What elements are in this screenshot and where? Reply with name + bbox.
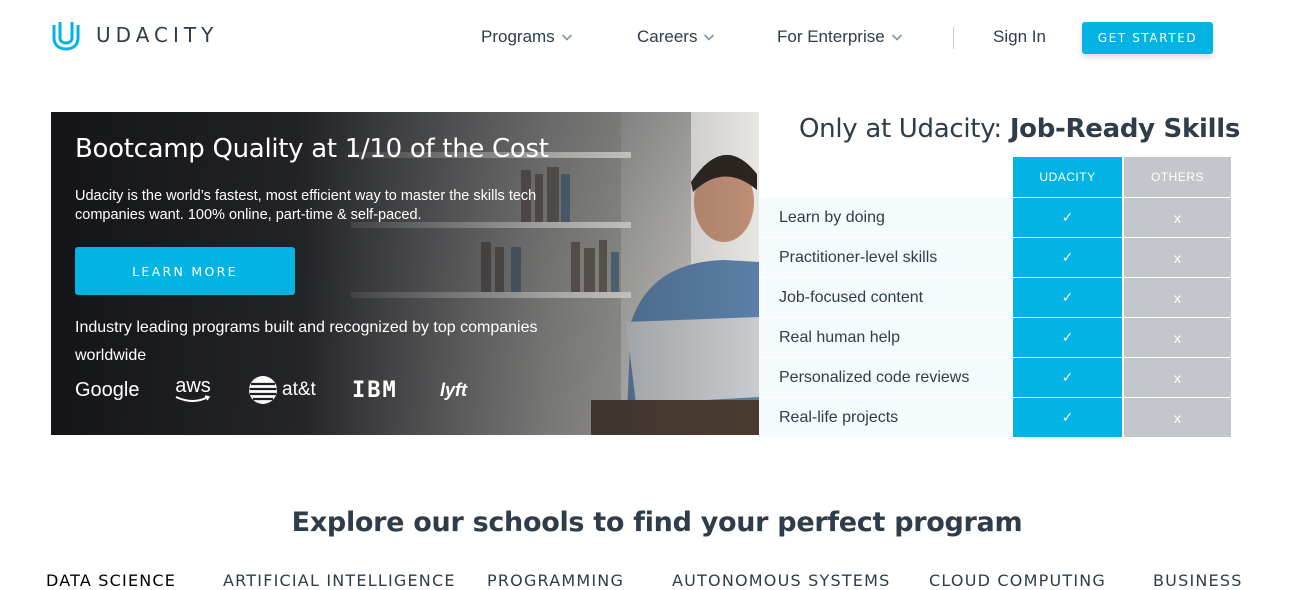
hero-banner: Bootcamp Quality at 1/10 of the Cost Uda…: [51, 112, 759, 435]
tab-programming[interactable]: PROGRAMMING: [487, 571, 624, 590]
comparison-title: Only at Udacity: Job-Ready Skills: [799, 114, 1240, 144]
column-header-udacity: UDACITY: [1013, 157, 1122, 197]
tab-artificial-intelligence[interactable]: ARTIFICIAL INTELLIGENCE: [223, 571, 456, 590]
row-label: Real human help: [759, 318, 1012, 357]
check-icon: ✓: [1013, 398, 1122, 437]
row-label: Learn by doing: [759, 198, 1012, 237]
nav-enterprise-label: For Enterprise: [777, 27, 885, 46]
chevron-down-icon: [891, 34, 902, 41]
learn-more-button[interactable]: LEARN MORE: [75, 247, 295, 295]
school-tabs: DATA SCIENCE ARTIFICIAL INTELLIGENCE PRO…: [0, 571, 1314, 590]
sign-in-link[interactable]: Sign In: [993, 27, 1046, 47]
x-icon: x: [1124, 198, 1231, 237]
check-icon: ✓: [1013, 238, 1122, 277]
check-icon: ✓: [1013, 278, 1122, 317]
hero-title: Bootcamp Quality at 1/10 of the Cost: [75, 134, 549, 164]
get-started-button[interactable]: GET STARTED: [1082, 22, 1213, 54]
table-row: Learn by doing ✓ x: [759, 198, 1231, 237]
table-row: Real-life projects ✓ x: [759, 398, 1231, 437]
check-icon: ✓: [1013, 318, 1122, 357]
nav-enterprise[interactable]: For Enterprise: [777, 27, 903, 47]
x-icon: x: [1124, 398, 1231, 437]
lyft-logo: lyft: [440, 379, 467, 400]
nav-divider: [953, 27, 954, 49]
tab-autonomous-systems[interactable]: AUTONOMOUS SYSTEMS: [672, 571, 890, 590]
nav-careers-label: Careers: [637, 27, 698, 46]
row-label: Practitioner-level skills: [759, 238, 1012, 277]
nav-programs[interactable]: Programs: [481, 27, 573, 47]
row-label: Real-life projects: [759, 398, 1012, 437]
table-row: Practitioner-level skills ✓ x: [759, 238, 1231, 277]
att-logo: at&t: [248, 374, 316, 406]
check-icon: ✓: [1013, 198, 1122, 237]
row-label: Job-focused content: [759, 278, 1012, 317]
tab-cloud-computing[interactable]: CLOUD COMPUTING: [929, 571, 1106, 590]
x-icon: x: [1124, 318, 1231, 357]
chevron-down-icon: [704, 34, 715, 41]
chevron-down-icon: [561, 34, 572, 41]
table-row: Personalized code reviews ✓ x: [759, 358, 1231, 397]
site-header: UDACITY Programs Careers For Enterprise …: [0, 0, 1314, 80]
nav-careers[interactable]: Careers: [637, 27, 715, 47]
google-logo: Google: [75, 378, 140, 401]
hero-description: Udacity is the world’s fastest, most eff…: [75, 188, 537, 223]
x-icon: x: [1124, 358, 1231, 397]
att-logo-text: at&t: [282, 379, 316, 400]
aws-logo: aws: [175, 374, 211, 406]
tab-data-science[interactable]: DATA SCIENCE: [46, 571, 176, 590]
column-header-others: OTHERS: [1124, 157, 1231, 197]
x-icon: x: [1124, 238, 1231, 277]
comparison-title-prefix: Only at Udacity:: [799, 114, 1010, 144]
hero-partners-note: Industry leading programs built and reco…: [75, 319, 538, 364]
row-label: Personalized code reviews: [759, 358, 1012, 397]
table-row: Job-focused content ✓ x: [759, 278, 1231, 317]
att-globe-icon: [249, 376, 277, 404]
aws-logo-text: aws: [175, 375, 211, 397]
table-row: Real human help ✓ x: [759, 318, 1231, 357]
x-icon: x: [1124, 278, 1231, 317]
explore-title: Explore our schools to find your perfect…: [291, 507, 1023, 538]
comparison-title-bold: Job-Ready Skills: [1009, 114, 1240, 144]
ibm-logo: IBM: [352, 377, 398, 403]
check-icon: ✓: [1013, 358, 1122, 397]
nav-programs-label: Programs: [481, 27, 555, 46]
aws-smile-icon: [175, 395, 211, 402]
tab-business[interactable]: BUSINESS: [1153, 571, 1243, 590]
